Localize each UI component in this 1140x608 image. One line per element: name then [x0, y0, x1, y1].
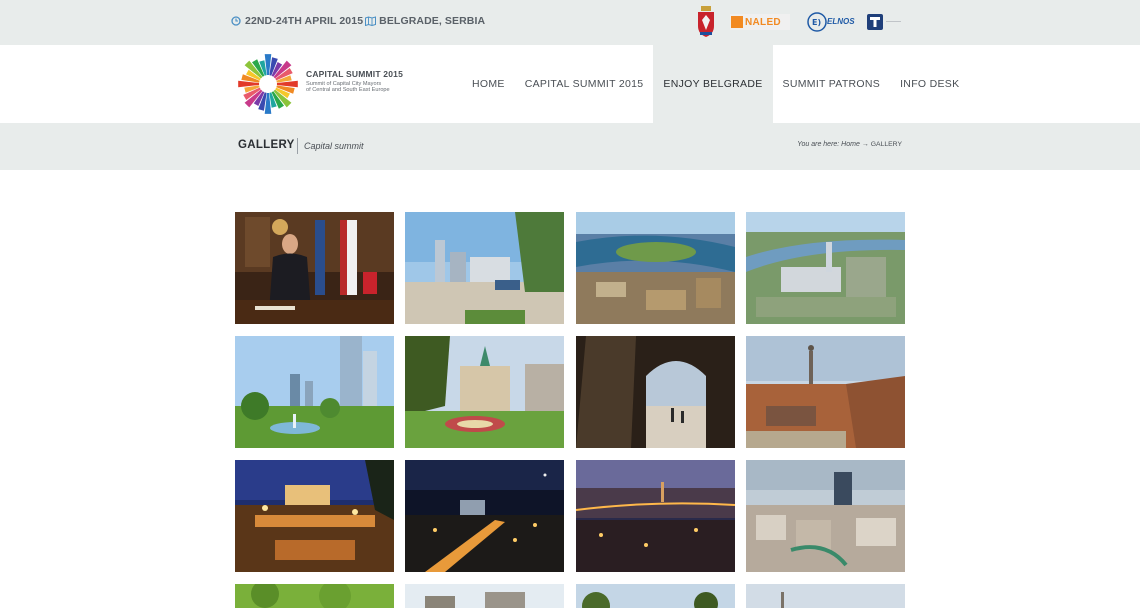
nav-capital-summit[interactable]: CAPITAL SUMMIT 2015: [515, 45, 654, 123]
gallery-photo[interactable]: [405, 212, 564, 324]
gallery-photo[interactable]: [405, 336, 564, 448]
summit-logo-icon[interactable]: [234, 50, 302, 118]
sponsor-telekom[interactable]: [867, 14, 903, 30]
photo-city-night-aerial: [405, 460, 564, 572]
gallery-photo[interactable]: [576, 584, 735, 608]
gallery-photo[interactable]: [235, 584, 394, 608]
main-nav: HOME CAPITAL SUMMIT 2015 ENJOY BELGRADE …: [462, 45, 969, 123]
photo-city-skyline-day: [746, 460, 905, 572]
event-date: 22ND-24TH APRIL 2015: [245, 15, 364, 27]
gallery-photo[interactable]: [405, 584, 564, 608]
event-info: 22ND-24TH APRIL 2015 BELGRADE, SERBIA: [231, 15, 485, 27]
logo-text[interactable]: CAPITAL SUMMIT 2015 Summit of Capital Ci…: [306, 69, 416, 94]
photo-treetops-sky: [576, 584, 735, 608]
naled-logo-icon: [731, 16, 743, 28]
coat-of-arms-icon: [698, 6, 714, 37]
gallery-photo[interactable]: [235, 212, 394, 324]
photo-rooftops: [405, 584, 564, 608]
sponsor-elnos[interactable]: E) ELNOS: [807, 11, 857, 33]
gallery-photo[interactable]: [746, 584, 905, 608]
page-subtitle: Capital summit: [297, 138, 364, 154]
photo-city-dusk-bridges: [576, 460, 735, 572]
photo-park-towers-rendering: [235, 336, 394, 448]
photo-fortress-night-lights: [235, 460, 394, 572]
gallery-photo[interactable]: [235, 460, 394, 572]
photo-trees: [235, 584, 394, 608]
photo-mayor-office: [235, 212, 394, 324]
top-bar: [0, 0, 1140, 45]
breadcrumb-current: GALLERY: [870, 141, 902, 148]
gallery-photo[interactable]: [746, 460, 905, 572]
photo-aerial-city-rendering: [746, 212, 905, 324]
logo-title: CAPITAL SUMMIT 2015: [306, 69, 404, 79]
map-icon: [365, 16, 377, 27]
photo-fortress-gate: [576, 336, 735, 448]
clock-icon: [231, 16, 241, 26]
breadcrumb: You are here: Home → GALLERY: [797, 141, 902, 148]
elnos-text: ELNOS: [827, 17, 855, 26]
gallery-photo[interactable]: [576, 212, 735, 324]
photo-aerial-river-rendering: [576, 212, 735, 324]
naled-text: NALED: [745, 16, 781, 28]
sponsor-naled[interactable]: NALED: [730, 14, 790, 30]
page-title-bar: [0, 123, 1140, 170]
gallery-photo[interactable]: [746, 212, 905, 324]
gallery-photo[interactable]: [576, 460, 735, 572]
page-title: GALLERY: [238, 139, 295, 151]
nav-summit-patrons[interactable]: SUMMIT PATRONS: [773, 45, 891, 123]
gallery-photo[interactable]: [405, 460, 564, 572]
photo-parliament-garden: [405, 336, 564, 448]
photo-fortress-victor-monument: [746, 336, 905, 448]
photo-monument-sky: [746, 584, 905, 608]
nav-home[interactable]: HOME: [462, 45, 515, 123]
gallery-photo[interactable]: [576, 336, 735, 448]
sponsor-coat-of-arms[interactable]: [696, 6, 716, 38]
gallery-photo[interactable]: [746, 336, 905, 448]
nav-info-desk[interactable]: INFO DESK: [890, 45, 969, 123]
breadcrumb-home[interactable]: You are here: Home: [797, 141, 860, 148]
telekom-logo-icon: [867, 14, 901, 30]
svg-text:E): E): [812, 18, 821, 27]
nav-enjoy-belgrade[interactable]: ENJOY BELGRADE: [653, 45, 773, 123]
event-location: BELGRADE, SERBIA: [379, 15, 486, 27]
photo-waterfront-rendering: [405, 212, 564, 324]
gallery-photo[interactable]: [235, 336, 394, 448]
breadcrumb-arrow: →: [861, 141, 869, 148]
logo-subtitle-2: of Central and South East Europe: [306, 87, 390, 94]
